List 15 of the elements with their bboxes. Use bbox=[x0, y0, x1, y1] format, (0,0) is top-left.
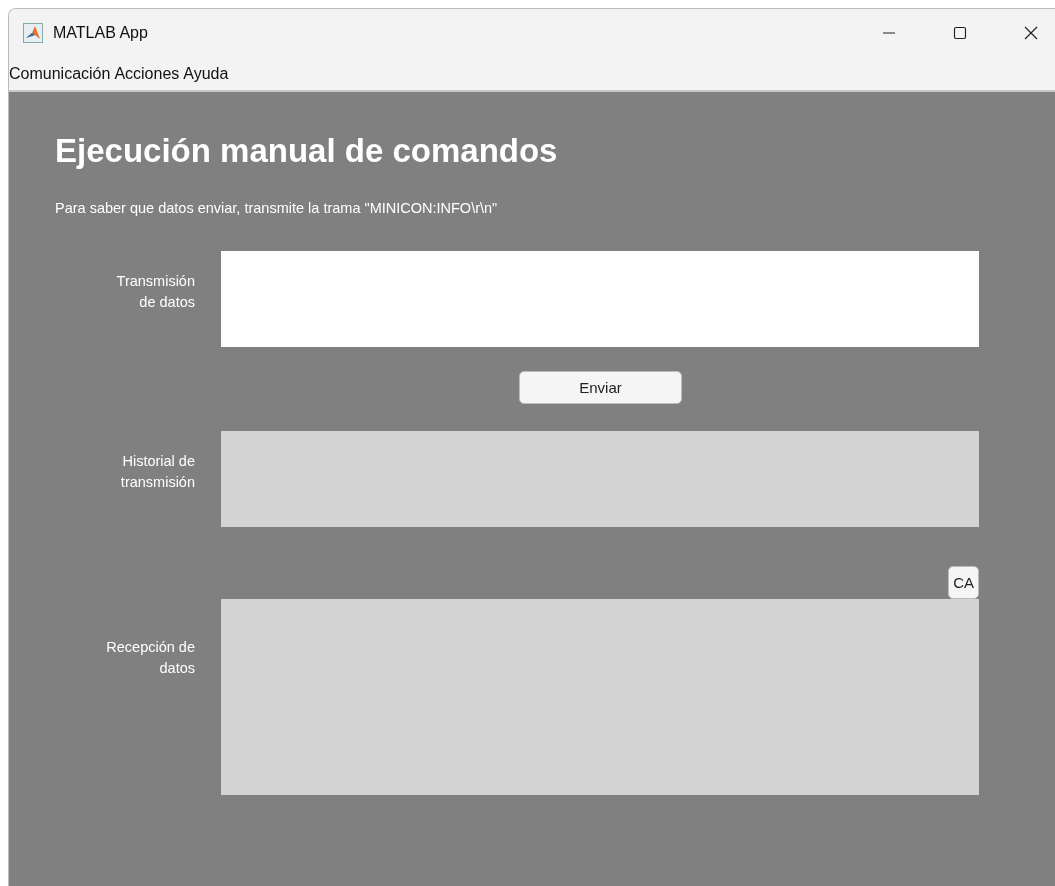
clear-button[interactable]: CA bbox=[948, 566, 979, 599]
menu-item[interactable]: Acciones bbox=[114, 64, 180, 83]
app-logo-icon bbox=[23, 23, 43, 43]
menu-item[interactable]: Comunicación bbox=[9, 64, 111, 83]
field-label: Recepción de datos bbox=[105, 638, 195, 678]
instruction-text: Para saber que datos enviar, transmite la trama "MINICON:INFO\r\n" bbox=[55, 200, 499, 216]
field-label: Historial de transmisión bbox=[119, 452, 195, 492]
input-field[interactable] bbox=[221, 251, 979, 347]
field-label: Transmisión de datos bbox=[115, 272, 195, 312]
window-title: MATLAB App bbox=[53, 24, 148, 42]
maximize-icon[interactable] bbox=[953, 26, 967, 40]
menu-item[interactable]: Ayuda bbox=[183, 64, 229, 83]
page-heading: Ejecución manual de comandos bbox=[55, 132, 559, 170]
send-button[interactable]: Enviar bbox=[519, 371, 682, 404]
close-icon[interactable] bbox=[1024, 26, 1038, 40]
